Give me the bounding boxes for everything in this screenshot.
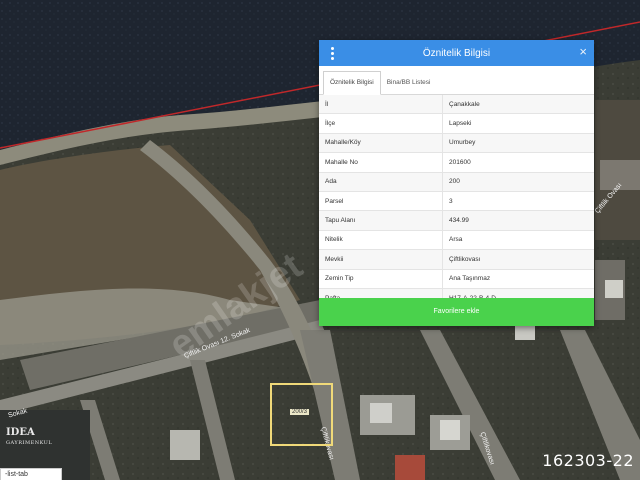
panel-header: Öznitelik Bilgisi × bbox=[319, 40, 594, 66]
attribute-table: İl Çanakkale İlçe Lapseki Mahalle/Köy Umurbey… bbox=[319, 95, 594, 309]
add-favorite-button[interactable]: Favorilere ekle bbox=[319, 298, 594, 326]
attribute-panel: Öznitelik Bilgisi × Öznitelik Bilgisi Bi… bbox=[319, 40, 594, 326]
attribute-key: Parsel bbox=[319, 191, 443, 212]
attribute-value: 3 bbox=[442, 191, 594, 212]
attribute-value: Arsa bbox=[442, 230, 594, 251]
table-row: Mevkii Çiftlikovası bbox=[319, 249, 594, 270]
panel-title: Öznitelik Bilgisi bbox=[422, 47, 491, 59]
attribute-value: 434.99 bbox=[442, 210, 594, 231]
agency-logo: IDEA GAYRIMENKUL bbox=[6, 428, 52, 448]
attribute-key: Tapu Alanı bbox=[319, 210, 443, 231]
table-row: Parsel 3 bbox=[319, 191, 594, 212]
parcel-label: 200/3 bbox=[290, 409, 310, 415]
vertical-dots-icon[interactable] bbox=[319, 40, 345, 66]
attribute-value: 200 bbox=[442, 172, 594, 192]
logo-sub: GAYRIMENKUL bbox=[6, 440, 53, 446]
attribute-key: Mahalle/Köy bbox=[319, 133, 443, 154]
attribute-value: Umurbey bbox=[442, 133, 594, 154]
table-row: Nitelik Arsa bbox=[319, 230, 594, 251]
listing-id: 162303-22 bbox=[542, 451, 634, 470]
table-row: İlçe Lapseki bbox=[319, 113, 594, 134]
table-row: Zemin Tip Ana Taşınmaz bbox=[319, 269, 594, 289]
attribute-value: Lapseki bbox=[442, 113, 594, 134]
attribute-key: İl bbox=[319, 95, 443, 115]
tab-building-list[interactable]: Bina/BB Listesi bbox=[381, 72, 437, 94]
attribute-value: Ana Taşınmaz bbox=[442, 269, 594, 289]
tab-attribute-info[interactable]: Öznitelik Bilgisi bbox=[323, 71, 381, 95]
logo-main: IDEA bbox=[6, 427, 35, 438]
close-icon[interactable]: × bbox=[579, 45, 587, 59]
attribute-key: Mevkii bbox=[319, 249, 443, 270]
attribute-value: 201600 bbox=[442, 152, 594, 173]
attribute-key: Nitelik bbox=[319, 230, 443, 251]
attribute-value: Çiftlikovası bbox=[442, 249, 594, 270]
table-row: Mahalle No 201600 bbox=[319, 152, 594, 173]
attribute-key: Mahalle No bbox=[319, 152, 443, 173]
attribute-key: İlçe bbox=[319, 113, 443, 134]
attribute-key: Ada bbox=[319, 172, 443, 192]
table-row: Ada 200 bbox=[319, 172, 594, 192]
attribute-key: Zemin Tip bbox=[319, 269, 443, 289]
panel-tabs: Öznitelik Bilgisi Bina/BB Listesi bbox=[319, 66, 594, 95]
table-row: Tapu Alanı 434.99 bbox=[319, 210, 594, 231]
table-row: İl Çanakkale bbox=[319, 95, 594, 115]
table-row: Mahalle/Köy Umurbey bbox=[319, 133, 594, 154]
list-tab[interactable]: -list-tab bbox=[0, 468, 62, 480]
attribute-value: Çanakkale bbox=[442, 95, 594, 115]
